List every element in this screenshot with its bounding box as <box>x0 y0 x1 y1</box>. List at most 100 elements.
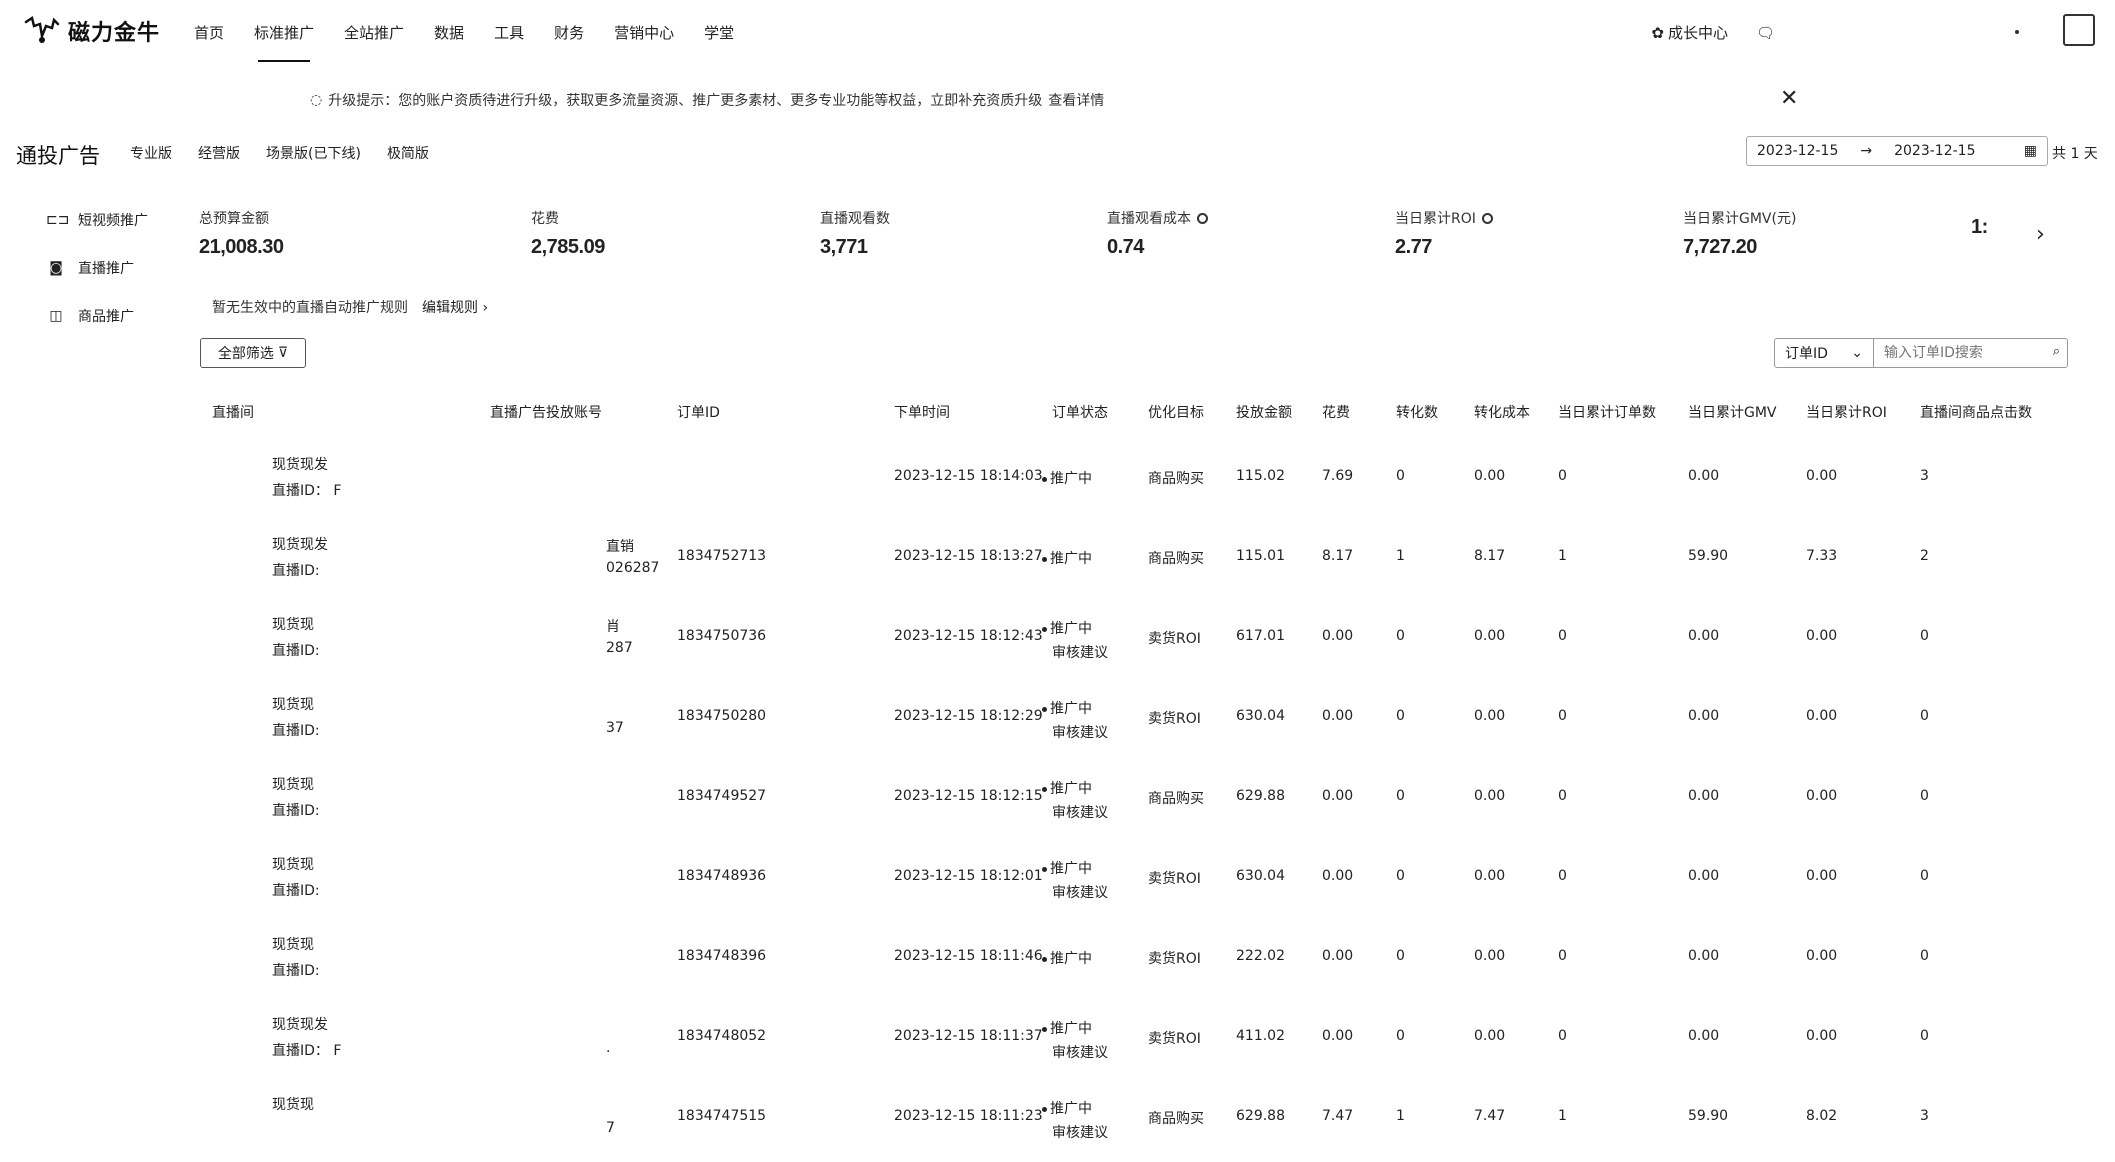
column-header[interactable]: 花费 <box>1322 402 1350 422</box>
version-tab[interactable]: 极简版 <box>387 143 429 163</box>
table-row[interactable]: 现货现 直播ID: 37 1834750280 2023-12-15 18:12:29 推… <box>0 686 2115 766</box>
table-row[interactable]: 现货现发 直播ID： F. 1834748052 2023-12-15 18:11:3… <box>0 1006 2115 1086</box>
cell-amount: 222.02 <box>1236 948 1285 964</box>
review-suggestion-link[interactable]: 审核建议 <box>1042 722 1108 742</box>
version-tab[interactable]: 经营版 <box>198 143 240 163</box>
avatar[interactable] <box>2063 14 2095 46</box>
nav-item[interactable]: 全站推广 <box>344 22 404 43</box>
column-header[interactable]: 投放金额 <box>1236 402 1292 422</box>
status-dot-icon <box>1042 1026 1047 1032</box>
cell-gmv: 59.90 <box>1688 548 1729 564</box>
column-header[interactable]: 订单ID <box>677 402 720 422</box>
cell-amount: 630.04 <box>1236 868 1285 884</box>
cell-conv: 1 <box>1396 1108 1405 1124</box>
status-dot-icon <box>1042 956 1047 962</box>
version-tab[interactable]: 专业版 <box>130 143 172 163</box>
auto-rule-line: 暂无生效中的直播自动推广规则 编辑规则 › <box>212 297 488 317</box>
search-type-select[interactable]: 订单ID ⌄ <box>1774 338 1874 368</box>
metric-label-text: 直播观看数 <box>820 211 890 227</box>
column-header[interactable]: 优化目标 <box>1148 402 1204 422</box>
edit-rule-link[interactable]: 编辑规则 › <box>422 297 488 317</box>
status-line: 推广中 <box>1042 1098 1108 1118</box>
loading-spinner-icon: ◌ <box>310 92 323 108</box>
order-status: 推广中 审核建议 <box>1042 1018 1108 1062</box>
info-icon[interactable] <box>1481 212 1493 224</box>
cell-clicks: 0 <box>1920 948 1929 964</box>
date-start: 2023-12-15 <box>1757 143 1839 159</box>
cell-goal: 商品购买 <box>1148 471 1204 487</box>
all-filter-button[interactable]: 全部筛选 ⊽ <box>200 338 306 368</box>
status-text: 推广中 <box>1050 471 1092 487</box>
cell-orders: 0 <box>1558 1028 1567 1044</box>
growth-center-link[interactable]: ✿ 成长中心 <box>1651 22 1728 43</box>
column-header[interactable]: 直播广告投放账号 <box>490 402 602 422</box>
status-dot-icon <box>1042 556 1047 562</box>
cell-conv-cost: 0.00 <box>1474 1028 1506 1044</box>
column-header[interactable]: 当日累计GMV <box>1688 402 1777 422</box>
table-row[interactable]: 现货现 直播ID: 肖 287 1834750736 2023-12-15 18:12:4… <box>0 606 2115 686</box>
nav-item[interactable]: 财务 <box>554 22 584 43</box>
nav-item[interactable]: 营销中心 <box>614 22 674 43</box>
nav-item[interactable]: 工具 <box>494 22 524 43</box>
room-name: 现货现 <box>272 697 314 713</box>
column-header[interactable]: 订单状态 <box>1052 402 1108 422</box>
table-row[interactable]: 现货现 7 1834747515 2023-12-15 18:11:23 推广中 审核建议… <box>0 1086 2115 1162</box>
cell-conv-cost: 0.00 <box>1474 788 1506 804</box>
chevron-right-icon[interactable]: › <box>2036 222 2045 247</box>
sidebar-item[interactable]: ⊏⊐ 短视频推广 <box>46 196 148 244</box>
column-header[interactable]: 当日累计订单数 <box>1558 402 1656 422</box>
room-id: 直播ID: <box>272 563 320 579</box>
table-row[interactable]: 现货现发 直播ID: 直销 026287 1834752713 2023-12-15 18… <box>0 526 2115 606</box>
version-tab[interactable]: 场景版(已下线) <box>266 143 361 163</box>
table-row[interactable]: 现货现 直播ID: 1834749527 2023-12-15 18:12:15 推广中… <box>0 766 2115 846</box>
search-icon[interactable]: ⌕ <box>2053 344 2060 359</box>
cell-spend: 0.00 <box>1322 1028 1354 1044</box>
review-suggestion-link[interactable]: 审核建议 <box>1042 802 1108 822</box>
table-row[interactable]: 现货现 直播ID: 1834748936 2023-12-15 18:12:01 推广中… <box>0 846 2115 926</box>
cell-gmv: 0.00 <box>1688 628 1720 644</box>
live-icon: ◙ <box>49 260 63 276</box>
notice-detail-link[interactable]: 查看详情 <box>1048 90 1104 110</box>
order-status: 推广中 <box>1042 548 1092 568</box>
column-header[interactable]: 直播间商品点击数 <box>1920 402 2032 422</box>
date-arrow: → <box>1860 143 1873 159</box>
cell-gmv: 0.00 <box>1688 788 1720 804</box>
message-icon[interactable]: 🗨 <box>1756 24 1775 42</box>
room-id: 直播ID： F <box>272 483 342 499</box>
column-header[interactable]: 直播间 <box>212 402 254 422</box>
search-input[interactable] <box>1874 338 2068 368</box>
status-text: 推广中 <box>1050 1101 1092 1117</box>
cell-orders: 1 <box>1558 1108 1567 1124</box>
cell-orders: 0 <box>1558 708 1567 724</box>
nav-item[interactable]: 学堂 <box>704 22 734 43</box>
sidebar-item[interactable]: ◫ 商品推广 <box>46 292 148 340</box>
column-header[interactable]: 当日累计ROI <box>1806 402 1887 422</box>
cell-time: 2023-12-15 18:13:27 <box>894 548 1043 564</box>
review-suggestion-link[interactable]: 审核建议 <box>1042 642 1108 662</box>
info-icon[interactable] <box>1197 212 1208 224</box>
cell-amount: 115.02 <box>1236 468 1285 484</box>
review-suggestion-link[interactable]: 审核建议 <box>1042 882 1108 902</box>
date-range-picker[interactable]: 2023-12-15 → 2023-12-15 ▦ <box>1746 136 2048 166</box>
metric-value: 7,727.20 <box>1683 236 1757 258</box>
column-header[interactable]: 下单时间 <box>894 402 950 422</box>
cell-conv: 1 <box>1396 548 1405 564</box>
room-name: 现货现 <box>272 937 314 953</box>
nav-item[interactable]: 数据 <box>434 22 464 43</box>
table-row[interactable]: 现货现发 直播ID： F 2023-12-15 18:14:03 推广中 商品购买 115… <box>0 446 2115 526</box>
separator-dot <box>2015 30 2019 34</box>
cell-roi: 0.00 <box>1806 468 1838 484</box>
column-header[interactable]: 转化数 <box>1396 402 1438 422</box>
nav-item[interactable]: 首页 <box>194 22 224 43</box>
sidebar-item[interactable]: ◙ 直播推广 <box>46 244 148 292</box>
cell-roi: 8.02 <box>1806 1108 1838 1124</box>
column-header[interactable]: 转化成本 <box>1474 402 1530 422</box>
logo[interactable]: 磁力金牛 <box>22 14 160 48</box>
order-status: 推广中 审核建议 <box>1042 618 1108 662</box>
status-dot-icon <box>1042 1106 1047 1112</box>
nav-item[interactable]: 标准推广 <box>254 22 314 62</box>
close-icon[interactable]: ✕ <box>1780 86 1798 111</box>
review-suggestion-link[interactable]: 审核建议 <box>1042 1042 1108 1062</box>
table-row[interactable]: 现货现 直播ID: 1834748396 2023-12-15 18:11:46 推广中… <box>0 926 2115 1006</box>
review-suggestion-link[interactable]: 审核建议 <box>1042 1122 1108 1142</box>
